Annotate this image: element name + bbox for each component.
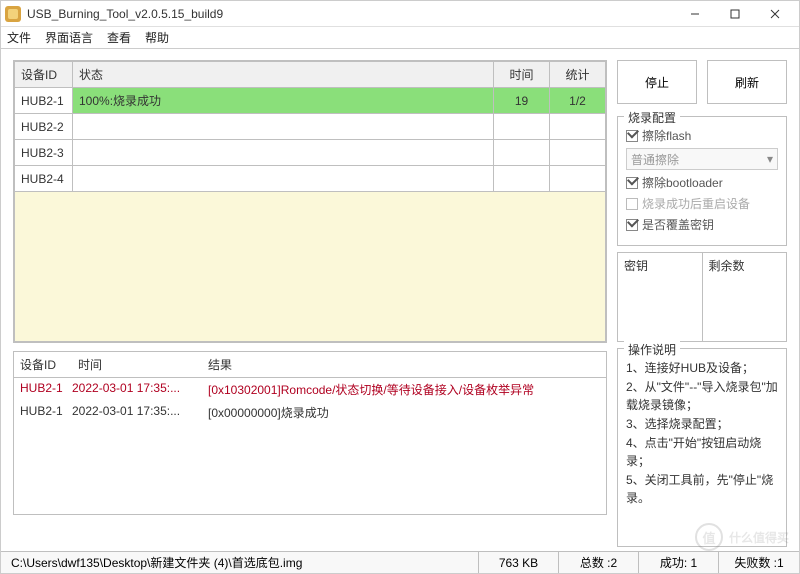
instructions-panel: 操作说明 1、连接好HUB及设备；2、从"文件"--"导入烧录包"加载烧录镜像；… (617, 348, 787, 547)
table-row[interactable]: HUB2-4 (15, 166, 606, 192)
key-col-remaining: 剩余数 (703, 253, 787, 341)
header-time[interactable]: 时间 (494, 62, 550, 88)
checkbox-icon (626, 219, 638, 231)
log-header-time[interactable]: 时间 (72, 352, 202, 377)
window-title: USB_Burning_Tool_v2.0.5.15_build9 (27, 7, 675, 21)
table-row[interactable]: HUB2-2 (15, 114, 606, 140)
menu-bar: 文件 界面语言 查看 帮助 (1, 27, 799, 49)
checkbox-icon (626, 198, 638, 210)
header-device-id[interactable]: 设备ID (15, 62, 73, 88)
log-table: 设备ID 时间 结果 HUB2-12022-03-01 17:35:...[0x… (13, 351, 607, 515)
instructions-title: 操作说明 (624, 341, 680, 358)
cell-time (494, 140, 550, 166)
cell-time (494, 166, 550, 192)
cell-stat (550, 114, 606, 140)
cell-stat (550, 166, 606, 192)
cell-status (73, 114, 494, 140)
log-cell-time: 2022-03-01 17:35:... (72, 404, 202, 421)
cell-time: 19 (494, 88, 550, 114)
log-header-result[interactable]: 结果 (202, 352, 606, 377)
menu-view[interactable]: 查看 (107, 29, 131, 46)
cell-stat (550, 140, 606, 166)
status-size: 763 KB (479, 552, 559, 573)
cell-device-id: HUB2-2 (15, 114, 73, 140)
log-cell-result: [0x10302001]Romcode/状态切换/等待设备接入/设备枚举异常 (202, 381, 606, 398)
instruction-step: 4、点击"开始"按钮启动烧录； (626, 434, 778, 470)
cell-time (494, 114, 550, 140)
device-table: 设备ID 状态 时间 统计 HUB2-1100%:烧录成功191/2HUB2-2… (13, 60, 607, 343)
checkbox-overwrite-key[interactable]: 是否覆盖密钥 (626, 216, 778, 233)
log-row[interactable]: HUB2-12022-03-01 17:35:...[0x10302001]Ro… (14, 378, 606, 401)
device-table-filler (14, 192, 606, 342)
cell-status (73, 140, 494, 166)
log-row[interactable]: HUB2-12022-03-01 17:35:...[0x00000000]烧录… (14, 401, 606, 424)
log-cell-id: HUB2-1 (14, 404, 72, 421)
checkbox-icon (626, 177, 638, 189)
cell-device-id: HUB2-4 (15, 166, 73, 192)
instruction-step: 2、从"文件"--"导入烧录包"加载烧录镜像； (626, 378, 778, 414)
refresh-button[interactable]: 刷新 (707, 60, 787, 104)
checkbox-erase-bootloader[interactable]: 擦除bootloader (626, 174, 778, 191)
checkbox-erase-flash[interactable]: 擦除flash (626, 127, 778, 144)
instruction-step: 3、选择烧录配置； (626, 415, 778, 433)
left-column: 设备ID 状态 时间 统计 HUB2-1100%:烧录成功191/2HUB2-2… (13, 60, 607, 547)
log-cell-result: [0x00000000]烧录成功 (202, 404, 606, 421)
app-icon (5, 6, 21, 22)
cell-device-id: HUB2-3 (15, 140, 73, 166)
status-success: 成功: 1 (639, 552, 719, 573)
header-status[interactable]: 状态 (73, 62, 494, 88)
header-stat[interactable]: 统计 (550, 62, 606, 88)
cell-status (73, 166, 494, 192)
burn-config-panel: 烧录配置 擦除flash 普通擦除 擦除bootloader 烧录成功后重启设备… (617, 116, 787, 246)
key-col-secret: 密钥 (618, 253, 703, 341)
status-fail: 失败数 :1 (719, 552, 799, 573)
right-column: 停止 刷新 烧录配置 擦除flash 普通擦除 擦除bootloader 烧录成… (617, 60, 787, 547)
table-row[interactable]: HUB2-1100%:烧录成功191/2 (15, 88, 606, 114)
content-area: 设备ID 状态 时间 统计 HUB2-1100%:烧录成功191/2HUB2-2… (1, 50, 799, 551)
close-button[interactable] (755, 2, 795, 26)
menu-file[interactable]: 文件 (7, 29, 31, 46)
select-erase-mode[interactable]: 普通擦除 (626, 148, 778, 170)
key-table: 密钥 剩余数 (617, 252, 787, 342)
log-cell-time: 2022-03-01 17:35:... (72, 381, 202, 398)
minimize-button[interactable] (675, 2, 715, 26)
maximize-button[interactable] (715, 2, 755, 26)
instruction-step: 1、连接好HUB及设备； (626, 359, 778, 377)
checkbox-icon (626, 130, 638, 142)
instruction-step: 5、关闭工具前，先"停止"烧录。 (626, 471, 778, 507)
title-bar: USB_Burning_Tool_v2.0.5.15_build9 (1, 1, 799, 27)
log-cell-id: HUB2-1 (14, 381, 72, 398)
burn-config-title: 烧录配置 (624, 109, 680, 126)
menu-help[interactable]: 帮助 (145, 29, 169, 46)
device-table-header: 设备ID 状态 时间 统计 (15, 62, 606, 88)
action-buttons: 停止 刷新 (617, 60, 787, 104)
cell-status: 100%:烧录成功 (73, 88, 494, 114)
cell-device-id: HUB2-1 (15, 88, 73, 114)
menu-language[interactable]: 界面语言 (45, 29, 93, 46)
window-controls (675, 2, 795, 26)
table-row[interactable]: HUB2-3 (15, 140, 606, 166)
status-bar: C:\Users\dwf135\Desktop\新建文件夹 (4)\首选底包.i… (1, 551, 799, 573)
log-table-header: 设备ID 时间 结果 (14, 352, 606, 378)
log-header-id[interactable]: 设备ID (14, 352, 72, 377)
stop-button[interactable]: 停止 (617, 60, 697, 104)
status-path: C:\Users\dwf135\Desktop\新建文件夹 (4)\首选底包.i… (1, 552, 479, 573)
cell-stat: 1/2 (550, 88, 606, 114)
checkbox-reboot-after: 烧录成功后重启设备 (626, 195, 778, 212)
status-total: 总数 :2 (559, 552, 639, 573)
